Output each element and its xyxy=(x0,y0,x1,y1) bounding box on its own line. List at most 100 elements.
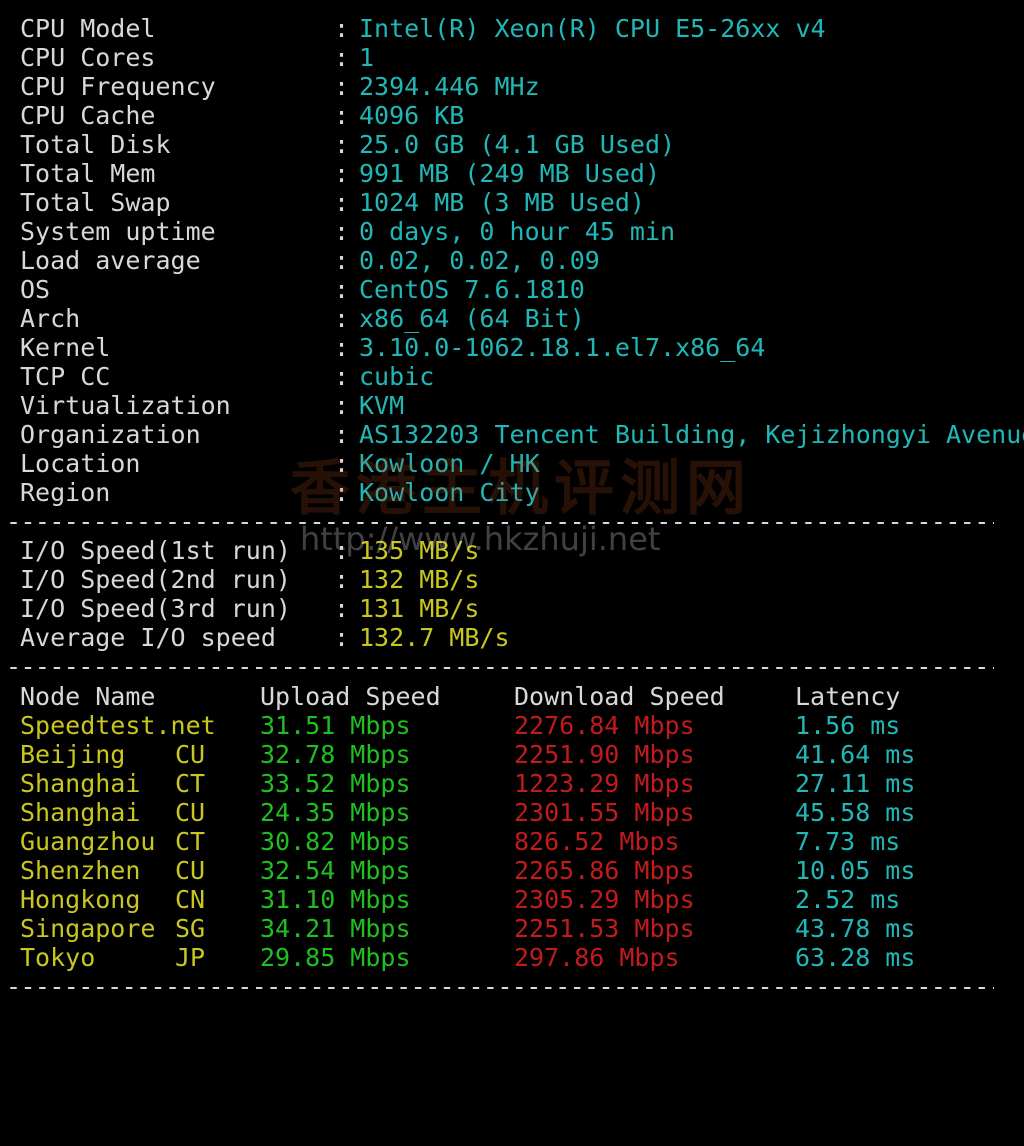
sysinfo-label: TCP CC xyxy=(20,362,111,391)
sysinfo-row-cpu-frequency: CPU Frequency : 2394.446 MHz xyxy=(0,72,1024,101)
sysinfo-colon: : xyxy=(334,275,350,304)
sysinfo-label: Organization xyxy=(20,420,201,449)
sysinfo-row-uptime: System uptime : 0 days, 0 hour 45 min xyxy=(0,217,1024,246)
sysinfo-label: CPU Frequency xyxy=(20,72,216,101)
io-colon: : xyxy=(334,536,350,565)
sysinfo-label: Arch xyxy=(20,304,81,333)
sysinfo-row-organization: Organization : AS132203 Tencent Building… xyxy=(0,420,1024,449)
upload-speed: 32.54 Mbps xyxy=(260,856,411,885)
sysinfo-row-virtualization: Virtualization : KVM xyxy=(0,391,1024,420)
sysinfo-label: Location xyxy=(20,449,141,478)
upload-speed: 31.51 Mbps xyxy=(260,711,411,740)
io-label: Average I/O speed xyxy=(20,623,276,652)
node-name: Shenzhen xyxy=(20,856,141,885)
sysinfo-label: Virtualization xyxy=(20,391,231,420)
sysinfo-value: AS132203 Tencent Building, Kejizhongyi A… xyxy=(359,420,1024,449)
download-speed: 2301.55 Mbps xyxy=(514,798,695,827)
io-label: I/O Speed(3rd run) xyxy=(20,594,291,623)
download-speed: 2276.84 Mbps xyxy=(514,711,695,740)
separator-line: ----------------------------------------… xyxy=(0,507,1024,536)
sysinfo-colon: : xyxy=(334,159,350,188)
speedtest-header-row: Node Name Upload Speed Download Speed La… xyxy=(0,682,1024,711)
sysinfo-label: CPU Model xyxy=(20,14,156,43)
sysinfo-row-arch: Arch : x86_64 (64 Bit) xyxy=(0,304,1024,333)
sysinfo-label: CPU Cores xyxy=(20,43,156,72)
sysinfo-colon: : xyxy=(334,14,350,43)
io-value: 132.7 MB/s xyxy=(359,623,510,652)
separator-dashes: ----------------------------------------… xyxy=(6,972,994,1001)
node-name: Shanghai xyxy=(20,769,141,798)
node-name: Speedtest.net xyxy=(20,711,216,740)
io-colon: : xyxy=(334,623,350,652)
sysinfo-colon: : xyxy=(334,362,350,391)
node-isp: SG xyxy=(175,914,206,943)
speedtest-row: Speedtest.net 31.51 Mbps 2276.84 Mbps 1.… xyxy=(0,711,1024,740)
io-colon: : xyxy=(334,594,350,623)
node-name: Beijing xyxy=(20,740,126,769)
sysinfo-value: 25.0 GB (4.1 GB Used) xyxy=(359,130,676,159)
latency: 1.56 ms xyxy=(795,711,901,740)
speedtest-row: Tokyo JP 29.85 Mbps 297.86 Mbps 63.28 ms xyxy=(0,943,1024,972)
sysinfo-value: 1 xyxy=(359,43,375,72)
speedtest-row: Shanghai CT 33.52 Mbps 1223.29 Mbps 27.1… xyxy=(0,769,1024,798)
sysinfo-value: 1024 MB (3 MB Used) xyxy=(359,188,645,217)
terminal-output: CPU Model : Intel(R) Xeon(R) CPU E5-26xx… xyxy=(0,0,1024,1004)
latency: 10.05 ms xyxy=(795,856,916,885)
io-colon: : xyxy=(334,565,350,594)
sysinfo-row-total-disk: Total Disk : 25.0 GB (4.1 GB Used) xyxy=(0,130,1024,159)
speedtest-row: Hongkong CN 31.10 Mbps 2305.29 Mbps 2.52… xyxy=(0,885,1024,914)
node-name: Shanghai xyxy=(20,798,141,827)
sysinfo-colon: : xyxy=(334,188,350,217)
upload-speed: 34.21 Mbps xyxy=(260,914,411,943)
sysinfo-colon: : xyxy=(334,391,350,420)
sysinfo-colon: : xyxy=(334,217,350,246)
header-download-speed: Download Speed xyxy=(514,682,725,711)
speedtest-row: Shenzhen CU 32.54 Mbps 2265.86 Mbps 10.0… xyxy=(0,856,1024,885)
download-speed: 2251.90 Mbps xyxy=(514,740,695,769)
io-label: I/O Speed(2nd run) xyxy=(20,565,291,594)
download-speed: 2251.53 Mbps xyxy=(514,914,695,943)
io-row-3rd-run: I/O Speed(3rd run) : 131 MB/s xyxy=(0,594,1024,623)
sysinfo-value: Kowloon City xyxy=(359,478,540,507)
sysinfo-colon: : xyxy=(334,130,350,159)
sysinfo-value: cubic xyxy=(359,362,435,391)
sysinfo-row-total-mem: Total Mem : 991 MB (249 MB Used) xyxy=(0,159,1024,188)
sysinfo-row-tcp-cc: TCP CC : cubic xyxy=(0,362,1024,391)
speedtest-row: Beijing CU 32.78 Mbps 2251.90 Mbps 41.64… xyxy=(0,740,1024,769)
header-latency: Latency xyxy=(795,682,901,711)
sysinfo-value: 3.10.0-1062.18.1.el7.x86_64 xyxy=(359,333,766,362)
node-isp: CN xyxy=(175,885,206,914)
sysinfo-row-total-swap: Total Swap : 1024 MB (3 MB Used) xyxy=(0,188,1024,217)
io-row-2nd-run: I/O Speed(2nd run) : 132 MB/s xyxy=(0,565,1024,594)
sysinfo-value: CentOS 7.6.1810 xyxy=(359,275,585,304)
download-speed: 1223.29 Mbps xyxy=(514,769,695,798)
sysinfo-colon: : xyxy=(334,333,350,362)
speedtest-row: Guangzhou CT 30.82 Mbps 826.52 Mbps 7.73… xyxy=(0,827,1024,856)
header-upload-speed: Upload Speed xyxy=(260,682,441,711)
node-isp: CT xyxy=(175,827,206,856)
io-value: 135 MB/s xyxy=(359,536,480,565)
upload-speed: 32.78 Mbps xyxy=(260,740,411,769)
sysinfo-label: Region xyxy=(20,478,111,507)
sysinfo-value: Kowloon / HK xyxy=(359,449,540,478)
node-isp: JP xyxy=(175,943,206,972)
download-speed: 2305.29 Mbps xyxy=(514,885,695,914)
io-row-average: Average I/O speed : 132.7 MB/s xyxy=(0,623,1024,652)
node-isp: CU xyxy=(175,856,206,885)
sysinfo-value: 991 MB (249 MB Used) xyxy=(359,159,661,188)
node-isp: CT xyxy=(175,769,206,798)
sysinfo-row-region: Region : Kowloon City xyxy=(0,478,1024,507)
sysinfo-label: Total Swap xyxy=(20,188,171,217)
header-node-name: Node Name xyxy=(20,682,156,711)
latency: 45.58 ms xyxy=(795,798,916,827)
sysinfo-colon: : xyxy=(334,246,350,275)
io-value: 132 MB/s xyxy=(359,565,480,594)
sysinfo-value: 0 days, 0 hour 45 min xyxy=(359,217,676,246)
latency: 27.11 ms xyxy=(795,769,916,798)
node-name: Singapore xyxy=(20,914,156,943)
latency: 41.64 ms xyxy=(795,740,916,769)
upload-speed: 24.35 Mbps xyxy=(260,798,411,827)
node-isp: CU xyxy=(175,740,206,769)
upload-speed: 29.85 Mbps xyxy=(260,943,411,972)
upload-speed: 33.52 Mbps xyxy=(260,769,411,798)
